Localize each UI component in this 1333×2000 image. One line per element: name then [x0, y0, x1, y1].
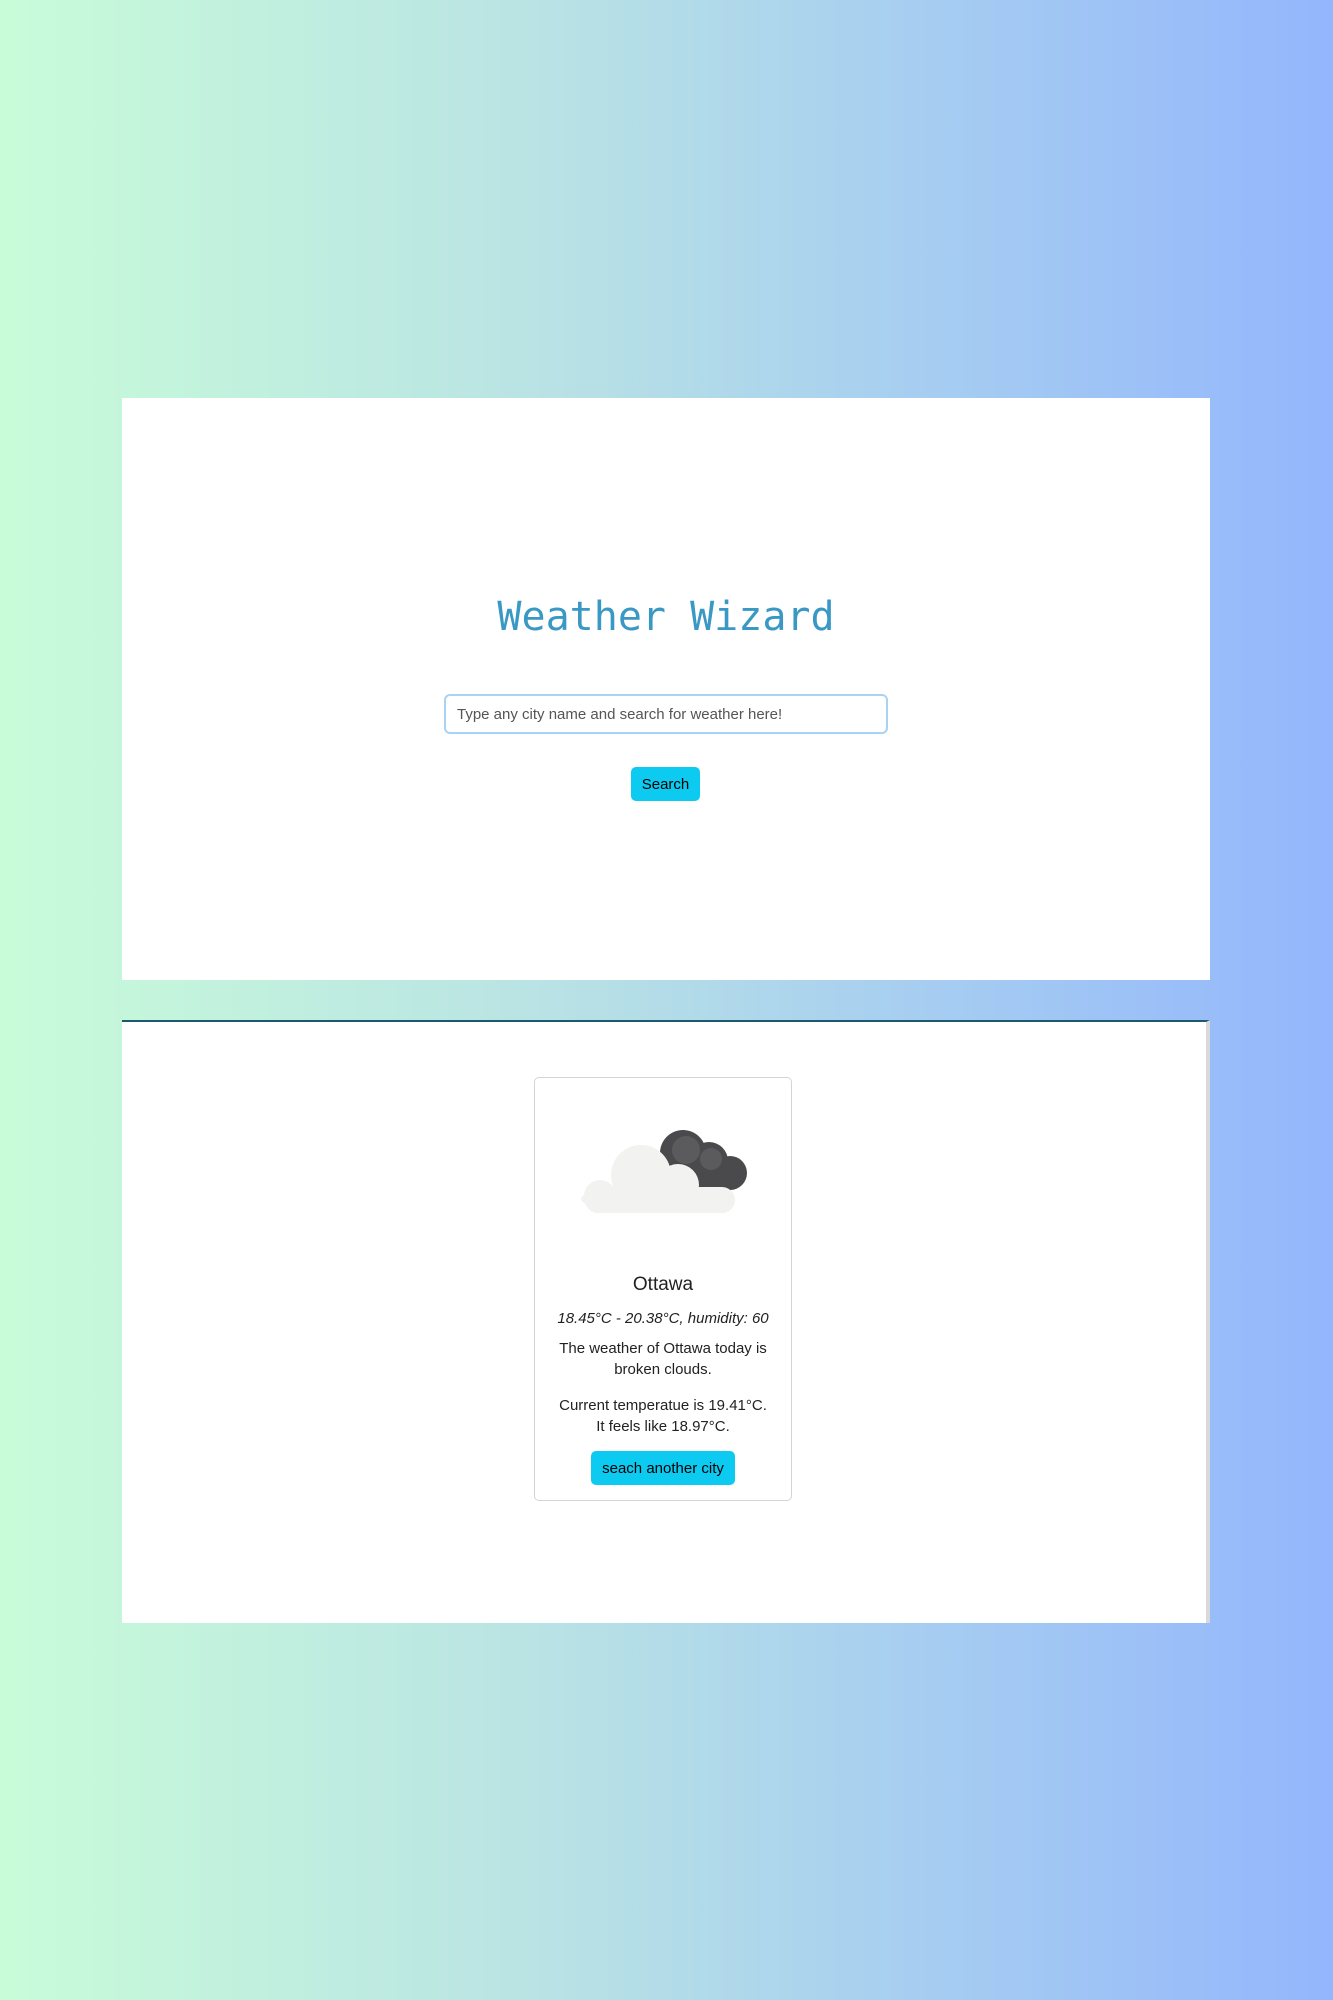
- search-button[interactable]: Search: [631, 767, 700, 801]
- search-panel: Weather Wizard Search: [122, 398, 1210, 980]
- weather-description: The weather of Ottawa today is broken cl…: [559, 1340, 767, 1378]
- city-search-input[interactable]: [444, 694, 888, 734]
- result-panel: Ottawa 18.45°C - 20.38°C, humidity: 60 T…: [122, 1020, 1210, 1623]
- search-another-city-button[interactable]: seach another city: [591, 1451, 735, 1485]
- city-name: Ottawa: [632, 1274, 694, 1295]
- broken-clouds-icon: [581, 1130, 747, 1213]
- temperature-range: 18.45°C - 20.38°C, humidity: 60: [557, 1310, 769, 1327]
- app-title: Weather Wizard: [497, 594, 835, 640]
- current-temperature: Current temperatue is 19.41°C. It feels …: [559, 1397, 767, 1435]
- weather-card: Ottawa 18.45°C - 20.38°C, humidity: 60 T…: [534, 1077, 792, 1501]
